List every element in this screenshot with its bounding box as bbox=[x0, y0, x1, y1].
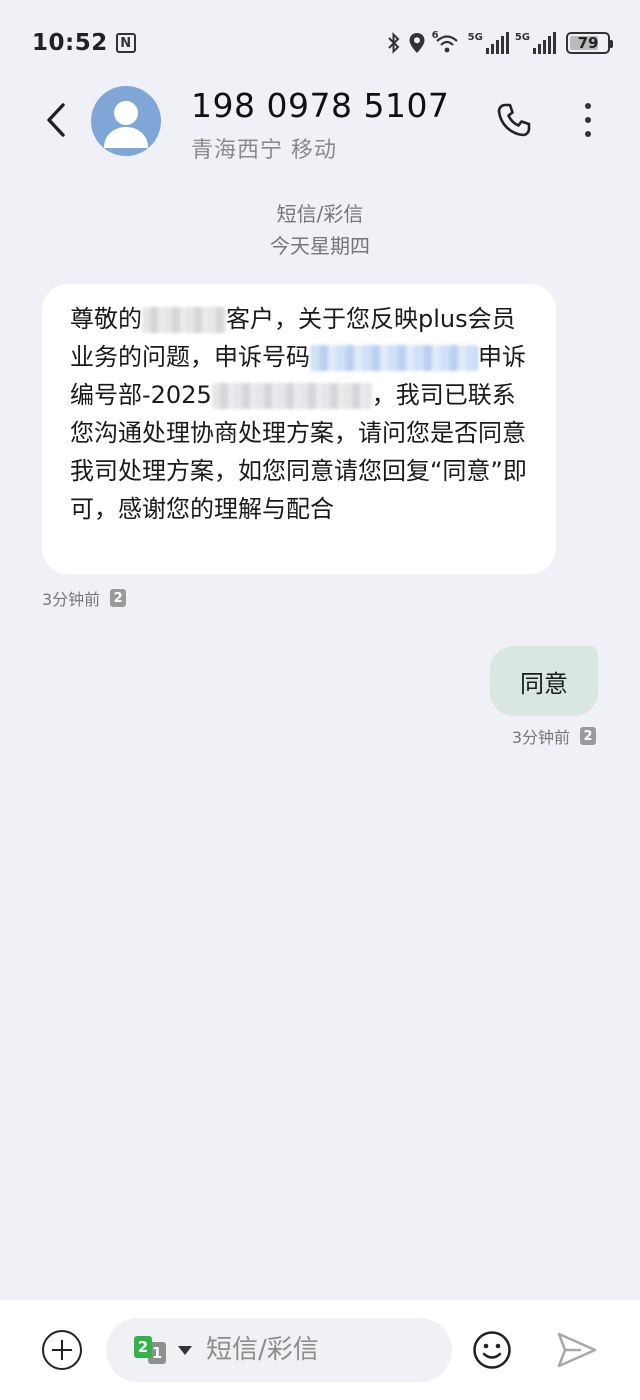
contact-number: 198 0978 5107 bbox=[191, 86, 450, 125]
sim-badge: 2 bbox=[580, 727, 596, 745]
outgoing-message-meta: 3分钟前 2 bbox=[512, 724, 596, 748]
signal-1-label: 5G bbox=[467, 32, 483, 43]
thread-type-label: 短信/彩信 bbox=[276, 202, 364, 226]
signal-2-label: 5G bbox=[514, 32, 530, 43]
message-text: 同意 bbox=[520, 669, 568, 698]
status-bar: 10:52 N 6 5G 5G 79 bbox=[0, 0, 640, 86]
back-button[interactable] bbox=[36, 100, 76, 140]
message-text-segment: 尊敬的 bbox=[70, 305, 142, 333]
redacted-phone-number bbox=[310, 345, 478, 371]
outgoing-message-bubble[interactable]: 同意 bbox=[490, 646, 598, 716]
wifi-arcs-icon bbox=[435, 35, 458, 53]
incoming-message-bubble[interactable]: 尊敬的 客户，关于您反映plus会员业务的问题，申诉号码 申诉编号部-2025 ，我司… bbox=[42, 284, 556, 574]
avatar[interactable] bbox=[91, 86, 161, 156]
message-time: 3分钟前 bbox=[511, 728, 570, 747]
message-time: 3分钟前 bbox=[42, 590, 101, 609]
contact-location: 青海西宁 移动 bbox=[191, 138, 337, 163]
sim-primary-badge: 2 bbox=[134, 1336, 152, 1358]
send-button[interactable] bbox=[556, 1330, 598, 1370]
thread-date-label: 今天星期四 bbox=[270, 234, 370, 258]
phone-icon bbox=[497, 103, 531, 137]
smiley-icon bbox=[473, 1331, 511, 1369]
redacted-complaint-id bbox=[211, 383, 372, 409]
battery-level: 79 bbox=[577, 34, 599, 52]
status-time: 10:52 bbox=[32, 30, 108, 56]
compose-bar: 2 1 bbox=[0, 1300, 640, 1400]
signal-1-icon: 5G bbox=[468, 32, 509, 54]
sim-badge: 2 bbox=[110, 589, 127, 607]
send-icon bbox=[557, 1332, 597, 1368]
person-icon bbox=[104, 101, 148, 148]
dot-icon bbox=[585, 131, 591, 137]
incoming-message-meta: 3分钟前 2 bbox=[42, 586, 127, 610]
status-right: 6 5G 5G 79 bbox=[386, 30, 613, 54]
dot-icon bbox=[585, 117, 591, 123]
conversation-header: 198 0978 5107 青海西宁 移动 bbox=[0, 86, 640, 176]
battery-icon: 79 bbox=[566, 32, 613, 54]
redacted-name bbox=[142, 307, 226, 333]
add-attachment-button[interactable] bbox=[42, 1330, 82, 1370]
dot-icon bbox=[585, 103, 591, 109]
message-input[interactable] bbox=[206, 1332, 436, 1368]
location-icon bbox=[409, 33, 425, 53]
more-options-button[interactable] bbox=[570, 100, 606, 140]
emoji-button[interactable] bbox=[472, 1330, 512, 1370]
chevron-left-icon bbox=[47, 103, 65, 137]
sim-selector[interactable]: 2 1 bbox=[134, 1336, 170, 1366]
call-button[interactable] bbox=[494, 100, 534, 140]
bluetooth-icon bbox=[387, 32, 400, 54]
signal-2-icon: 5G bbox=[515, 32, 556, 54]
wifi-icon: 6 bbox=[432, 30, 462, 54]
nfc-icon: N bbox=[115, 33, 136, 53]
status-left: 10:52 N bbox=[32, 30, 136, 56]
compose-field[interactable]: 2 1 bbox=[106, 1318, 452, 1382]
caret-down-icon[interactable] bbox=[178, 1346, 192, 1355]
